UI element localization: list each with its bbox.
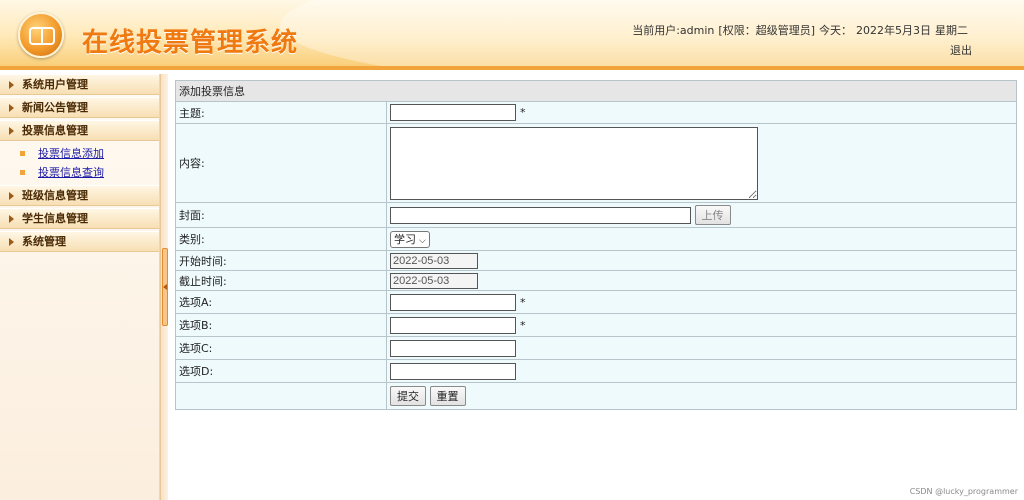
submenu-item-add-vote: 投票信息添加 bbox=[0, 144, 159, 163]
required-mark: * bbox=[520, 106, 526, 119]
query-vote-link[interactable]: 投票信息查询 bbox=[38, 166, 104, 179]
current-weekday: 星期二 bbox=[935, 24, 968, 37]
triangle-right-icon bbox=[9, 238, 14, 246]
add-vote-link[interactable]: 投票信息添加 bbox=[38, 147, 104, 160]
form-row-option-d: 选项D: bbox=[175, 359, 1017, 383]
logout-link[interactable]: 退出 bbox=[950, 42, 972, 58]
form-row-start: 开始时间: bbox=[175, 250, 1017, 271]
content-cell bbox=[386, 123, 1017, 203]
submenu-item-query-vote: 投票信息查询 bbox=[0, 163, 159, 182]
user-info: 当前用户:admin [权限：超级管理员] 今天： 2022年5月3日 星期二 bbox=[632, 22, 972, 38]
actions-cell: 提交 重置 bbox=[386, 382, 1017, 410]
option-b-label: 选项B: bbox=[175, 313, 387, 337]
content-textarea[interactable] bbox=[390, 126, 758, 200]
category-selected: 学习 bbox=[394, 232, 416, 246]
sidebar-menu-label: 投票信息管理 bbox=[22, 124, 88, 137]
content-label: 内容: bbox=[175, 123, 387, 203]
option-d-input[interactable] bbox=[390, 362, 516, 380]
start-cell bbox=[386, 250, 1017, 271]
triangle-right-icon bbox=[9, 192, 14, 200]
form-row-actions: 提交 重置 bbox=[175, 382, 1017, 410]
logo-icon bbox=[18, 12, 64, 58]
subject-cell: * bbox=[386, 101, 1017, 124]
sidebar-menu-label: 学生信息管理 bbox=[22, 212, 88, 225]
end-date-input[interactable] bbox=[390, 272, 478, 289]
sidebar-menu-class[interactable]: 班级信息管理 bbox=[0, 185, 159, 206]
triangle-right-icon bbox=[9, 81, 14, 89]
header-banner: 在线投票管理系统 当前用户:admin [权限：超级管理员] 今天： 2022年5月3… bbox=[0, 0, 1024, 70]
form-title: 添加投票信息 bbox=[175, 80, 1017, 102]
vote-form-table: 添加投票信息 主题: * 内容: 封面: 上传 类别: 学习 ⌵ 开始时间: 2… bbox=[175, 80, 1017, 410]
sidebar-menu-label: 系统用户管理 bbox=[22, 78, 88, 91]
form-row-end: 截止时间: bbox=[175, 270, 1017, 291]
sidebar-menu-label: 班级信息管理 bbox=[22, 189, 88, 202]
form-title-row: 添加投票信息 bbox=[175, 80, 1017, 102]
start-date-input[interactable] bbox=[390, 252, 478, 269]
reset-button[interactable]: 重置 bbox=[429, 386, 466, 406]
category-label: 类别: bbox=[175, 227, 387, 251]
cover-cell: 上传 bbox=[386, 202, 1017, 228]
form-row-option-b: 选项B: * bbox=[175, 313, 1017, 337]
sidebar-menu-label: 系统管理 bbox=[22, 235, 66, 248]
category-cell: 学习 ⌵ bbox=[386, 227, 1017, 251]
sidebar-menu-system-users[interactable]: 系统用户管理 bbox=[0, 74, 159, 95]
vote-form: 添加投票信息 主题: * 内容: 封面: 上传 类别: 学习 ⌵ 开始时间: 2… bbox=[175, 80, 1017, 410]
triangle-right-icon bbox=[9, 215, 14, 223]
subject-label: 主题: bbox=[175, 101, 387, 124]
current-user: 当前用户:admin bbox=[632, 24, 715, 37]
sidebar-menu-label: 新闻公告管理 bbox=[22, 101, 88, 114]
option-d-label: 选项D: bbox=[175, 359, 387, 383]
option-c-label: 选项C: bbox=[175, 336, 387, 360]
square-bullet-icon bbox=[20, 151, 25, 156]
sidebar-menu-student[interactable]: 学生信息管理 bbox=[0, 208, 159, 229]
current-date: 2022年5月3日 bbox=[856, 24, 931, 37]
form-row-option-a: 选项A: * bbox=[175, 290, 1017, 314]
today-label: 今天： bbox=[819, 24, 852, 37]
start-label: 开始时间: bbox=[175, 250, 387, 271]
form-row-category: 类别: 学习 ⌵ bbox=[175, 227, 1017, 251]
triangle-right-icon bbox=[9, 127, 14, 135]
cover-label: 封面: bbox=[175, 202, 387, 228]
watermark: CSDN @lucky_programmer bbox=[909, 487, 1018, 496]
vote-submenu: 投票信息添加 投票信息查询 bbox=[0, 143, 159, 185]
option-b-input[interactable] bbox=[390, 316, 516, 334]
form-row-subject: 主题: * bbox=[175, 101, 1017, 124]
form-row-option-c: 选项C: bbox=[175, 336, 1017, 360]
category-select[interactable]: 学习 ⌵ bbox=[390, 230, 430, 248]
option-a-cell: * bbox=[386, 290, 1017, 314]
option-c-input[interactable] bbox=[390, 339, 516, 357]
site-title: 在线投票管理系统 bbox=[82, 28, 299, 58]
option-a-input[interactable] bbox=[390, 293, 516, 311]
form-row-content: 内容: bbox=[175, 123, 1017, 203]
end-cell bbox=[386, 270, 1017, 291]
cover-input[interactable] bbox=[390, 207, 691, 224]
sidebar-menu-system[interactable]: 系统管理 bbox=[0, 231, 159, 252]
chevron-down-icon: ⌵ bbox=[419, 235, 426, 246]
triangle-right-icon bbox=[9, 104, 14, 112]
submit-button[interactable]: 提交 bbox=[390, 386, 426, 406]
sidebar-menu-news[interactable]: 新闻公告管理 bbox=[0, 97, 159, 118]
sidebar: 系统用户管理 新闻公告管理 投票信息管理 投票信息添加 投票信息查询 班级信息管… bbox=[0, 74, 160, 500]
required-mark: * bbox=[520, 295, 526, 309]
subject-input[interactable] bbox=[390, 104, 516, 121]
square-bullet-icon bbox=[20, 170, 25, 175]
upload-button[interactable]: 上传 bbox=[694, 205, 731, 225]
collapse-sidebar-handle[interactable] bbox=[162, 248, 168, 326]
required-mark: * bbox=[520, 318, 526, 332]
option-c-cell bbox=[386, 336, 1017, 360]
actions-label-cell bbox=[175, 382, 387, 410]
option-a-label: 选项A: bbox=[175, 290, 387, 314]
form-row-cover: 封面: 上传 bbox=[175, 202, 1017, 228]
end-label: 截止时间: bbox=[175, 270, 387, 291]
sidebar-menu-vote[interactable]: 投票信息管理 bbox=[0, 120, 159, 141]
option-d-cell bbox=[386, 359, 1017, 383]
user-role: [权限：超级管理员] bbox=[718, 24, 815, 37]
option-b-cell: * bbox=[386, 313, 1017, 337]
